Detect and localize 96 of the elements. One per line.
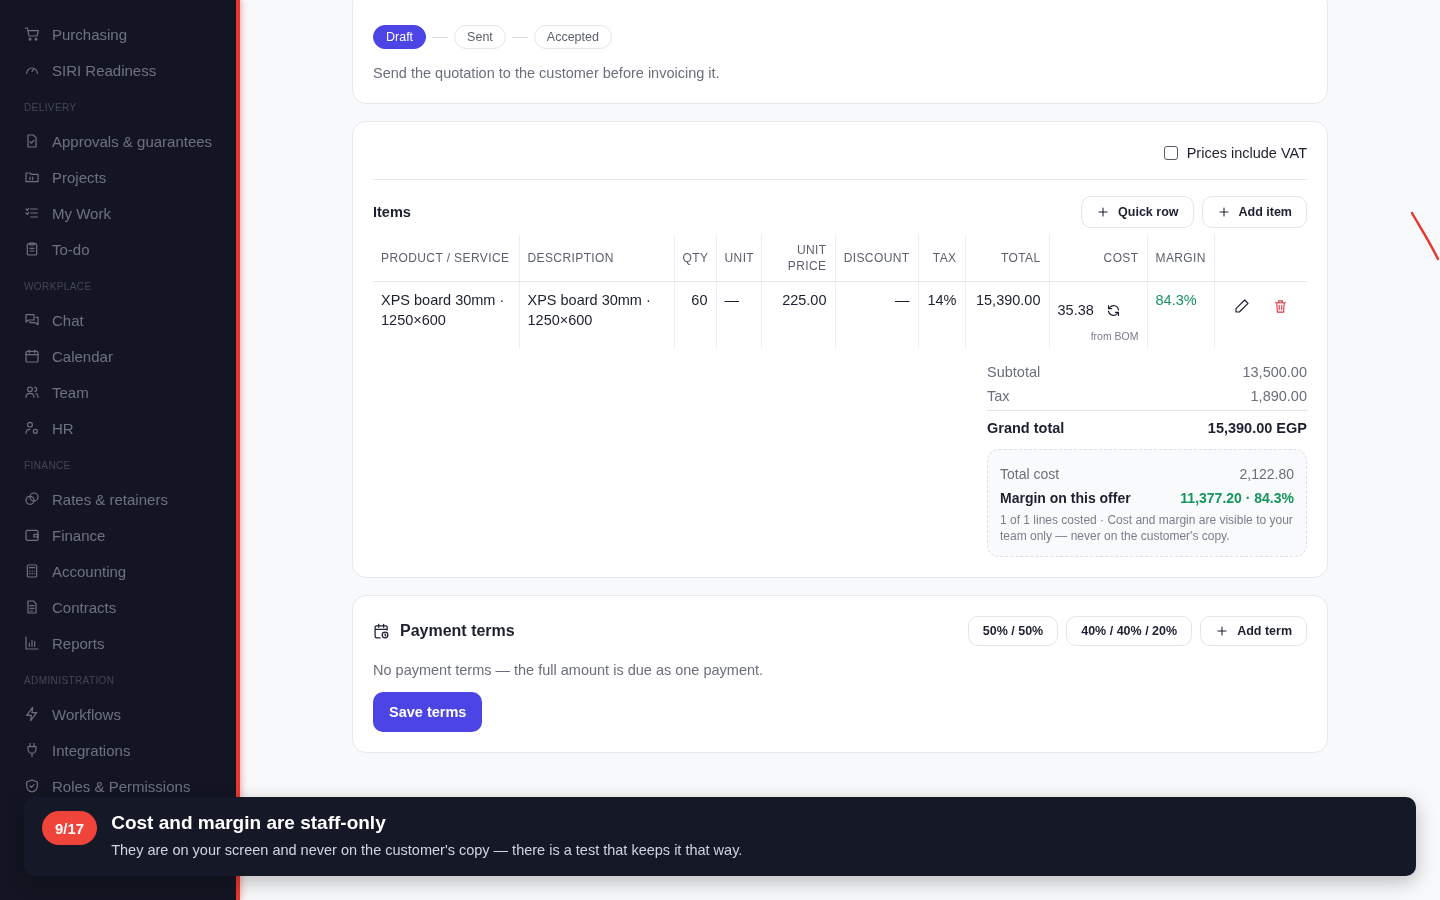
sidebar-item[interactable]: Workflows — [24, 696, 236, 732]
shield-icon — [24, 778, 40, 794]
column-header: TOTAL — [965, 235, 1049, 282]
cost-value: 35.38 — [1057, 301, 1094, 320]
table-cell: — — [716, 281, 761, 348]
cost-source: from BOM — [1089, 329, 1139, 344]
table-cell: 84.3% — [1147, 281, 1214, 348]
column-header: QTY — [674, 235, 716, 282]
status-step[interactable]: Draft — [373, 25, 427, 49]
status-step[interactable]: Sent — [454, 25, 506, 49]
cart-icon — [24, 26, 40, 42]
status-note: Send the quotation to the customer before invoicing it. — [373, 64, 721, 83]
plug-icon — [24, 742, 40, 758]
cost-note: 1 of 1 lines costed · Cost and margin are visible to your team only — never on the customer's copy. — [1000, 512, 1294, 544]
column-header: UNIT PRICE — [761, 235, 835, 282]
calculator-icon — [24, 563, 40, 579]
coins-icon — [24, 491, 40, 507]
column-header: DISCOUNT — [835, 235, 918, 282]
document-icon — [24, 599, 40, 615]
total-value: 13,500.00 — [1242, 363, 1307, 382]
refresh-button[interactable] — [1105, 302, 1121, 318]
column-header: UNIT — [716, 235, 761, 282]
column-header: PRODUCT / SERVICE — [373, 235, 519, 282]
payment-note: No payment terms — the full amount is due as one payment. — [373, 661, 765, 680]
sidebar-item[interactable]: Approvals & guarantees — [24, 123, 236, 159]
column-header: COST — [1049, 235, 1147, 282]
sidebar-item[interactable]: Rates & retainers — [24, 481, 236, 517]
delete-button[interactable] — [1272, 298, 1288, 314]
people-icon — [24, 384, 40, 400]
plus-icon — [1215, 624, 1230, 638]
margin-label: Margin on this offer — [1000, 489, 1131, 508]
sidebar-item[interactable]: SIRI Readiness — [24, 52, 236, 88]
plus-icon — [1096, 205, 1111, 219]
sidebar-item[interactable]: Team — [24, 374, 236, 410]
preset-button[interactable]: 50% / 50% — [967, 616, 1059, 646]
table-cell: 15,390.00 — [965, 281, 1049, 348]
pencil-icon — [1233, 298, 1250, 314]
cost-label: Total cost — [1000, 465, 1060, 484]
column-header: TAX — [918, 235, 965, 282]
checklist-icon — [24, 205, 40, 221]
calendar-icon — [24, 348, 40, 364]
chat-icon — [24, 312, 40, 328]
step-badge: 9/17 — [42, 811, 98, 845]
table-cell: 225.00 — [761, 281, 835, 348]
sidebar-item[interactable]: Projects — [24, 159, 236, 195]
sidebar-item[interactable]: Integrations — [24, 732, 236, 768]
grand-total-label: Grand total — [987, 419, 1065, 438]
table-cell: — — [835, 281, 918, 348]
refresh-icon — [1105, 302, 1121, 318]
edit-button[interactable] — [1233, 298, 1250, 314]
tour-text: They are on your screen and never on the customer's copy — there is a test that keeps it that way. — [111, 842, 743, 858]
highlight-arc — [1410, 210, 1440, 262]
table-cell: XPS board 30mm · 1250×600 — [373, 281, 519, 348]
table-cell: 14% — [918, 281, 965, 348]
total-label: Subtotal — [987, 363, 1041, 382]
document-check-icon — [24, 133, 40, 149]
save-button[interactable]: Save terms — [373, 692, 483, 732]
total-value: 1,890.00 — [1250, 387, 1307, 406]
trash-icon — [1272, 298, 1288, 314]
column-header: MARGIN — [1147, 235, 1214, 282]
total-label: Tax — [987, 387, 1010, 406]
sidebar-item[interactable]: Contracts — [24, 589, 236, 625]
section-title: Items — [373, 204, 411, 220]
lightning-icon — [24, 706, 40, 722]
checkbox-label: Prices include VAT — [1186, 145, 1307, 161]
plus-icon — [1216, 205, 1231, 219]
add-term-button[interactable]: Add term — [1200, 616, 1307, 646]
add-button[interactable]: Add item — [1201, 196, 1307, 228]
wallet-icon — [24, 527, 40, 543]
bar-chart-icon — [24, 635, 40, 651]
cost-value: 2,122.80 — [1239, 465, 1294, 484]
grand-total-value: 15,390.00 EGP — [1207, 419, 1307, 438]
sidebar-item[interactable]: Chat — [24, 302, 236, 338]
clipboard-icon — [24, 241, 40, 257]
checkbox[interactable] — [1163, 146, 1178, 160]
sidebar-item[interactable]: Reports — [24, 625, 236, 661]
preset-button[interactable]: 40% / 40% / 20% — [1066, 616, 1193, 646]
margin-value: 11,377.20 · 84.3% — [1180, 489, 1294, 508]
column-header: DESCRIPTION — [519, 235, 674, 282]
person-icon — [24, 420, 40, 436]
sidebar-item[interactable]: Roles & Permissions — [24, 768, 236, 804]
status-step[interactable]: Accepted — [533, 25, 612, 49]
sidebar-item[interactable]: Calendar — [24, 338, 236, 374]
sidebar-item[interactable]: Finance — [24, 517, 236, 553]
table-cell: XPS board 30mm · 1250×600 — [519, 281, 674, 348]
section-title: Payment terms — [400, 622, 515, 640]
calendar-clock-icon — [373, 622, 390, 640]
sidebar-item[interactable]: My Work — [24, 195, 236, 231]
tour-title: Cost and margin are staff-only — [111, 811, 387, 835]
table-cell: 60 — [674, 281, 716, 348]
folder-icon — [24, 169, 40, 185]
sidebar-item[interactable]: To-do — [24, 231, 236, 267]
sidebar-item[interactable]: HR — [24, 410, 236, 446]
sidebar-item[interactable]: Accounting — [24, 553, 236, 589]
add-button[interactable]: Quick row — [1081, 196, 1194, 228]
sidebar-item[interactable]: Purchasing — [24, 16, 236, 52]
